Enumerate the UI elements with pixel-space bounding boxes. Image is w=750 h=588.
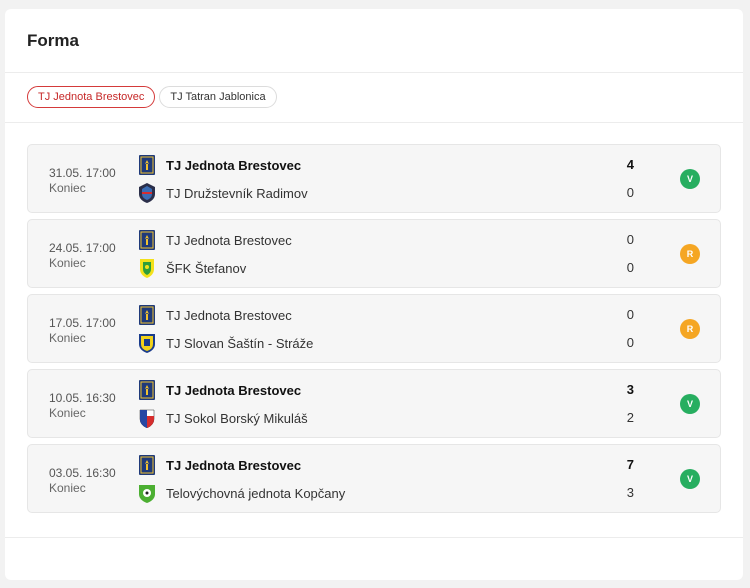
result-badge: V	[680, 394, 700, 414]
match-row[interactable]: 31.05. 17:00 Koniec TJ Jednota Brestovec TJ…	[27, 144, 721, 213]
divider	[5, 72, 743, 73]
divider	[5, 122, 743, 123]
home-team[interactable]: TJ Jednota Brestovec	[138, 305, 292, 325]
away-team-name: TJ Sokol Borský Mikuláš	[166, 410, 308, 426]
away-team-name: TJ Slovan Šaštín - Stráže	[166, 335, 314, 351]
brestovec-crest-icon	[138, 305, 156, 325]
match-list: 31.05. 17:00 Koniec TJ Jednota Brestovec TJ…	[27, 144, 721, 519]
match-row[interactable]: 17.05. 17:00 Koniec TJ Jednota Brestovec TJ…	[27, 294, 721, 363]
borsky-mikulas-crest-icon	[138, 408, 156, 429]
home-team[interactable]: TJ Jednota Brestovec	[138, 455, 301, 475]
form-card: Forma TJ Jednota Brestovec TJ Tatran Jab…	[5, 9, 743, 580]
away-team-name: ŠFK Štefanov	[166, 260, 247, 276]
away-team[interactable]: TJ Družstevník Radimov	[138, 183, 308, 203]
sastin-crest-icon	[138, 333, 156, 353]
home-score: 7	[626, 457, 634, 472]
match-datetime: 10.05. 16:30	[49, 391, 116, 405]
match-datetime: 31.05. 17:00	[49, 166, 116, 180]
match-status: Koniec	[49, 181, 86, 195]
home-team-name: TJ Jednota Brestovec	[166, 307, 292, 323]
away-team-name: Telovýchovná jednota Kopčany	[166, 485, 346, 501]
match-row[interactable]: 10.05. 16:30 Koniec TJ Jednota Brestovec TJ…	[27, 369, 721, 438]
radimov-crest-icon	[138, 183, 156, 203]
away-team[interactable]: TJ Sokol Borský Mikuláš	[138, 408, 308, 429]
match-status: Koniec	[49, 331, 86, 345]
result-badge: R	[680, 319, 700, 339]
result-badge: V	[680, 469, 700, 489]
kopcany-crest-icon	[138, 483, 156, 503]
home-score: 3	[626, 382, 634, 397]
away-score: 0	[626, 260, 634, 275]
brestovec-crest-icon	[138, 380, 156, 400]
match-row[interactable]: 24.05. 17:00 Koniec TJ Jednota Brestovec ŠF…	[27, 219, 721, 288]
match-datetime: 24.05. 17:00	[49, 241, 116, 255]
home-team-name: TJ Jednota Brestovec	[166, 457, 302, 473]
result-badge: R	[680, 244, 700, 264]
match-datetime-block: 24.05. 17:00 Koniec	[49, 241, 116, 271]
brestovec-crest-icon	[138, 455, 156, 475]
away-team[interactable]: ŠFK Štefanov	[138, 258, 246, 278]
tab-away-team[interactable]: TJ Tatran Jablonica	[159, 86, 277, 108]
away-team[interactable]: Telovýchovná jednota Kopčany	[138, 483, 345, 503]
away-team-name: TJ Družstevník Radimov	[166, 185, 308, 201]
match-status: Koniec	[49, 256, 86, 270]
away-team[interactable]: TJ Slovan Šaštín - Stráže	[138, 333, 313, 353]
match-row[interactable]: 03.05. 16:30 Koniec TJ Jednota Brestovec Te…	[27, 444, 721, 513]
away-score: 0	[626, 185, 634, 200]
home-score: 0	[626, 232, 634, 247]
team-tabs: TJ Jednota Brestovec TJ Tatran Jablonica	[27, 86, 277, 108]
match-datetime-block: 10.05. 16:30 Koniec	[49, 391, 116, 421]
result-badge: V	[680, 169, 700, 189]
match-datetime: 17.05. 17:00	[49, 316, 116, 330]
match-datetime-block: 03.05. 16:30 Koniec	[49, 466, 116, 496]
away-score: 0	[626, 335, 634, 350]
away-score: 3	[626, 485, 634, 500]
home-team[interactable]: TJ Jednota Brestovec	[138, 230, 292, 250]
home-team-name: TJ Jednota Brestovec	[166, 232, 292, 248]
brestovec-crest-icon	[138, 230, 156, 250]
home-team-name: TJ Jednota Brestovec	[166, 157, 302, 173]
match-datetime-block: 31.05. 17:00 Koniec	[49, 166, 116, 196]
match-status: Koniec	[49, 481, 86, 495]
match-datetime: 03.05. 16:30	[49, 466, 116, 480]
match-status: Koniec	[49, 406, 86, 420]
away-score: 2	[626, 410, 634, 425]
stefanov-crest-icon	[138, 258, 156, 278]
home-score: 0	[626, 307, 634, 322]
home-team[interactable]: TJ Jednota Brestovec	[138, 380, 301, 400]
home-team-name: TJ Jednota Brestovec	[166, 382, 302, 398]
page-title: Forma	[27, 31, 79, 50]
brestovec-crest-icon	[138, 155, 156, 175]
home-team[interactable]: TJ Jednota Brestovec	[138, 155, 301, 175]
tab-home-team[interactable]: TJ Jednota Brestovec	[27, 86, 156, 108]
match-datetime-block: 17.05. 17:00 Koniec	[49, 316, 116, 346]
home-score: 4	[626, 157, 634, 172]
divider	[5, 537, 743, 538]
